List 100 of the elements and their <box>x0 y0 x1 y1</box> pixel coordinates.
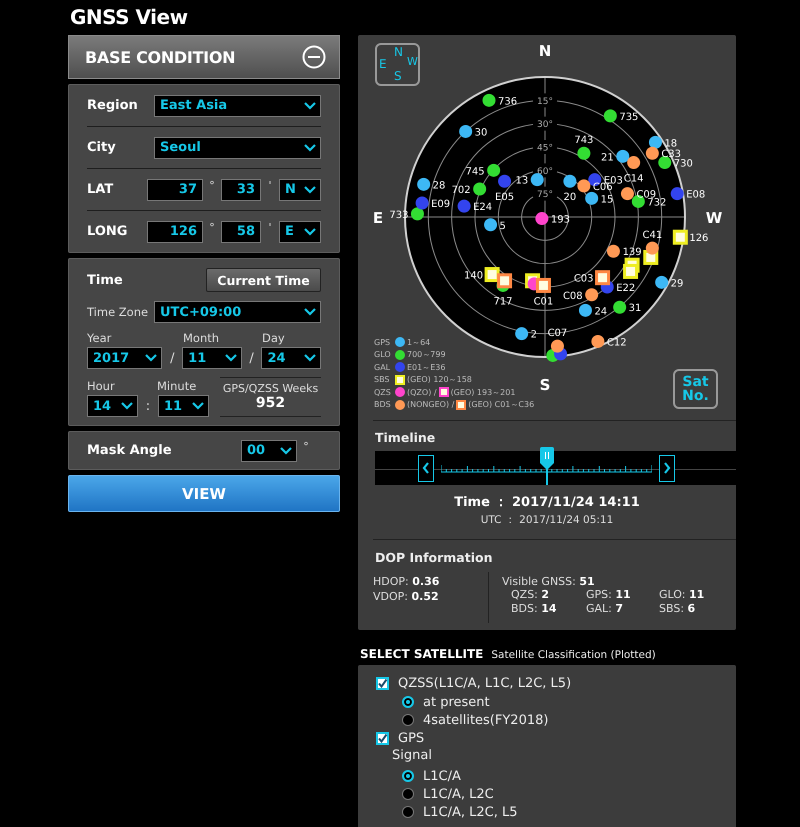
satellite-label: 745 <box>466 166 485 178</box>
checkbox[interactable] <box>376 677 389 690</box>
current-time-button[interactable]: Current Time <box>206 268 321 292</box>
time-separator: : <box>144 398 152 414</box>
signal-label: Signal <box>391 748 433 765</box>
chevron-icon <box>145 354 158 362</box>
satellite-label: 31 <box>628 303 642 314</box>
chevron-icon <box>224 354 237 362</box>
dop-value: VDOP: 0.52 <box>373 590 440 603</box>
radio-button[interactable] <box>402 696 414 708</box>
direction-label: N <box>538 42 552 60</box>
dropdown[interactable]: East Asia <box>154 94 321 116</box>
satellite-label: 140 <box>464 270 484 282</box>
satellite-label: 15 <box>600 194 614 206</box>
field-label: Region <box>87 98 138 113</box>
elevation-label: 60° <box>537 166 553 177</box>
radio-button[interactable] <box>402 788 414 800</box>
dropdown[interactable]: E <box>279 220 321 242</box>
field-label: Month <box>183 331 220 347</box>
app-title: GNSS View <box>70 5 188 29</box>
field-label: LONG <box>87 224 128 239</box>
section-title: SELECT SATELLITE <box>360 647 484 661</box>
satellite-label: 30 <box>474 127 488 138</box>
radio-button[interactable] <box>402 770 414 782</box>
legend-text: 1～64 <box>407 336 430 348</box>
satellite-label: E24 <box>473 202 492 214</box>
input-field[interactable]: 33 <box>221 178 261 200</box>
compass-button[interactable]: N E S W <box>375 43 420 86</box>
chevron-icon <box>304 186 316 194</box>
satellite-label: C01 <box>534 296 554 308</box>
chevron-right-icon <box>663 462 671 474</box>
satellite-label: C08 <box>562 290 583 302</box>
date-separator: / <box>169 350 176 366</box>
dropdown[interactable]: 11 <box>182 347 242 369</box>
legend-label: GLO <box>374 350 392 360</box>
input-field[interactable]: 37 <box>147 178 203 200</box>
legend-text: (GEO) 193～201 <box>450 386 516 398</box>
minute-sign: ' <box>267 220 273 234</box>
legend-label: GAL <box>374 362 392 372</box>
sat-number-button[interactable]: Sat No. <box>673 369 718 409</box>
chevron-icon <box>304 144 316 152</box>
radio-label: at present <box>423 694 490 710</box>
satellite-count: GPS: 11 <box>586 588 632 601</box>
legend-label: QZS <box>374 388 392 397</box>
satellite-count: BDS: 14 <box>511 602 558 615</box>
section-title: BASE CONDITION <box>85 48 236 66</box>
satellite-count: QZS: 2 <box>511 588 550 601</box>
collapse-icon[interactable] <box>302 45 326 69</box>
satellite-label: E22 <box>616 283 636 294</box>
legend-label: BDS <box>374 400 392 410</box>
chevron-icon <box>304 354 316 362</box>
radio-label: 4satellites(FY2018) <box>423 712 548 728</box>
field-label: Time Zone <box>87 305 148 319</box>
radio-button[interactable] <box>402 806 414 818</box>
radio-label: L1C/A, L2C, L5 <box>423 804 518 820</box>
satellite-count: SBS: 6 <box>659 602 696 615</box>
view-button[interactable]: VIEW <box>68 475 340 512</box>
weeks-value: 952 <box>256 395 286 411</box>
checkbox-label: GPS <box>398 731 424 746</box>
field-label: LAT <box>87 182 114 197</box>
dropdown[interactable]: Seoul <box>154 136 321 158</box>
satellite-label: E08 <box>686 190 706 201</box>
minute-sign: ' <box>267 178 273 192</box>
slider-thumb[interactable] <box>540 447 554 485</box>
satellite-label: 743 <box>574 135 594 146</box>
section-subtitle: Satellite Classification (Plotted) <box>491 649 656 661</box>
radio-label: L1C/A <box>423 768 461 784</box>
chevron-left-icon <box>422 462 430 474</box>
current-time-text: Time ： 2017/11/24 14:11 <box>453 494 641 511</box>
radio-button[interactable] <box>402 714 414 726</box>
satellite-label: C41 <box>642 230 662 242</box>
dropdown[interactable]: 24 <box>261 347 321 369</box>
checkbox-label: QZSS(L1C/A, L1C, L2C, L5) <box>398 676 572 691</box>
satellite-label: C12 <box>606 337 627 348</box>
satellite-label: 28 <box>432 180 446 192</box>
dropdown[interactable]: N <box>279 178 321 200</box>
input-field[interactable]: 126 <box>147 220 203 242</box>
degree-sign: ° <box>302 440 310 452</box>
dropdown[interactable]: 00 <box>241 440 297 462</box>
previous-button[interactable] <box>418 454 434 482</box>
satellite-label: 29 <box>670 278 684 290</box>
dropdown[interactable]: 2017 <box>87 347 162 369</box>
direction-label: W <box>706 209 722 227</box>
elevation-label: 45° <box>537 144 553 154</box>
satellite-label: C14 <box>624 174 644 185</box>
checkbox[interactable] <box>376 732 389 745</box>
dropdown[interactable]: UTC+09:00 <box>154 301 321 323</box>
visible-count: Visible GNSS: 51 <box>502 575 596 588</box>
satellite-label: C03 <box>574 274 594 285</box>
next-button[interactable] <box>659 454 675 482</box>
input-field[interactable]: 58 <box>221 220 261 242</box>
satellite-label: 18 <box>664 138 678 150</box>
satellite-label: 5 <box>500 220 506 232</box>
direction-label: S <box>540 376 550 394</box>
dropdown[interactable]: 11 <box>158 395 209 417</box>
legend-text: E01～E36 <box>407 362 446 373</box>
dropdown[interactable]: 14 <box>87 395 138 417</box>
chevron-icon <box>280 446 292 454</box>
satellite-label: 2 <box>530 330 538 341</box>
radio-label: L1C/A, L2C <box>423 786 494 802</box>
